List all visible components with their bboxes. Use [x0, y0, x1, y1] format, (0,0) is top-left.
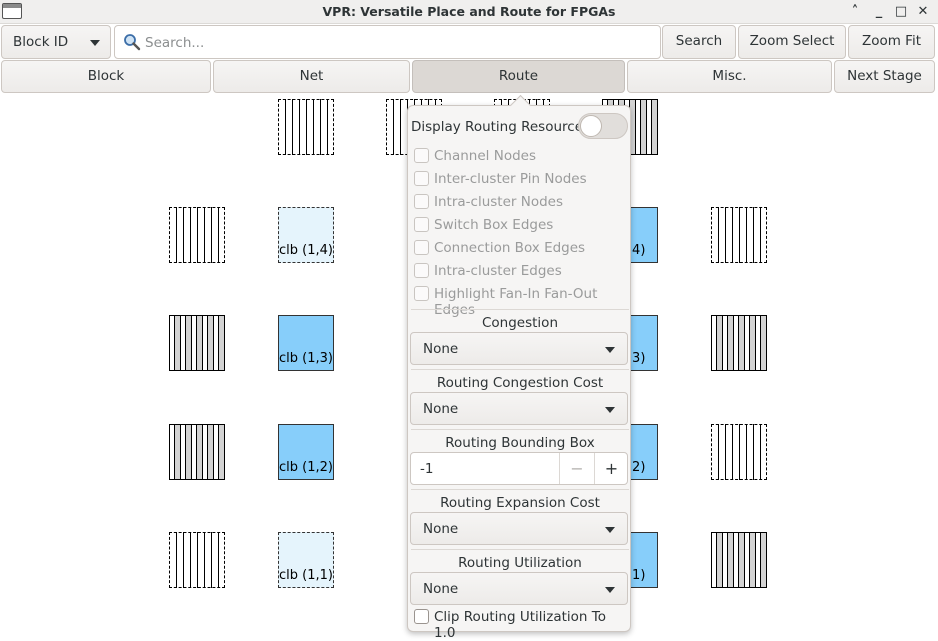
minimize-icon[interactable]: _: [870, 3, 888, 21]
decrement-button[interactable]: −: [559, 453, 594, 484]
search-input[interactable]: [145, 33, 645, 53]
connection-box-edges-label: Connection Box Edges: [434, 240, 586, 256]
intra-cluster-edges-checkbox[interactable]: [414, 263, 429, 278]
clb-block[interactable]: clb (1,4): [278, 207, 334, 263]
maximize-icon[interactable]: □: [892, 3, 910, 21]
chevron-down-icon: [605, 527, 615, 533]
chevron-down-icon: [605, 587, 615, 593]
routing-bounding-box-spinner[interactable]: -1 − +: [410, 452, 628, 485]
intra-cluster-nodes-label: Intra-cluster Nodes: [434, 194, 563, 210]
clip-routing-utilization-checkbox[interactable]: [414, 609, 429, 624]
search-type-label: Block ID: [13, 34, 69, 50]
chevron-down-icon: [605, 347, 615, 353]
clb-label: clb (1,1): [279, 568, 333, 583]
clb-label: clb (1,4): [279, 243, 333, 258]
io-tile: [169, 424, 225, 480]
routing-expansion-cost-value: None: [423, 521, 459, 537]
connection-box-edges-checkbox[interactable]: [414, 240, 429, 255]
routing-bounding-box-value[interactable]: -1: [420, 461, 433, 477]
routing-congestion-cost-title: Routing Congestion Cost: [436, 375, 604, 391]
highlight-fan-in-fan-out-checkbox[interactable]: [414, 286, 429, 301]
display-routing-resources-switch[interactable]: [578, 113, 628, 139]
search-field[interactable]: [114, 25, 661, 59]
display-routing-resources-row: Display Routing Resources: [408, 106, 632, 146]
tab-misc[interactable]: Misc.: [627, 60, 832, 93]
separator: [411, 429, 629, 430]
title-bar: VPR: Versatile Place and Route for FPGAs…: [0, 0, 938, 24]
clb-block[interactable]: clb (1,3): [278, 315, 334, 371]
tab-route[interactable]: Route: [412, 60, 625, 93]
routing-bounding-box-title: Routing Bounding Box: [445, 435, 595, 451]
next-stage-button[interactable]: Next Stage: [834, 60, 935, 93]
io-tile: [278, 99, 334, 155]
close-icon[interactable]: ✕: [914, 3, 932, 21]
chevron-down-icon: [90, 40, 100, 46]
search-type-dropdown[interactable]: Block ID: [1, 25, 111, 59]
clb-block[interactable]: clb (1,1): [278, 532, 334, 588]
clb-label: clb (1,2): [279, 460, 333, 475]
separator: [411, 549, 629, 550]
routing-congestion-cost-value: None: [423, 401, 459, 417]
separator: [411, 369, 629, 370]
chevron-up-icon[interactable]: ˄: [846, 3, 864, 21]
separator: [411, 489, 629, 490]
io-tile: [711, 532, 767, 588]
congestion-title: Congestion: [481, 315, 558, 331]
intra-cluster-nodes-checkbox[interactable]: [414, 194, 429, 209]
window-title: VPR: Versatile Place and Route for FPGAs: [322, 4, 616, 19]
search-button[interactable]: Search: [662, 25, 736, 59]
routing-utilization-title: Routing Utilization: [458, 555, 582, 571]
io-tile: [711, 315, 767, 371]
routing-congestion-cost-dropdown[interactable]: None: [410, 392, 628, 425]
switch-knob: [580, 115, 602, 137]
tab-block[interactable]: Block: [1, 60, 211, 93]
channel-nodes-label: Channel Nodes: [434, 148, 536, 164]
switch-box-edges-label: Switch Box Edges: [434, 217, 554, 233]
io-tile: [169, 315, 225, 371]
display-routing-resources-label: Display Routing Resources: [411, 119, 591, 135]
clip-routing-utilization-label: Clip Routing Utilization To 1.0: [434, 609, 606, 641]
highlight-fan-in-fan-out-label: Highlight Fan-In Fan-Out Edges: [434, 286, 598, 318]
chevron-down-icon: [605, 407, 615, 413]
io-tile: [169, 207, 225, 263]
route-options-popover: Display Routing Resources Channel Nodes …: [407, 105, 632, 641]
zoom-fit-button[interactable]: Zoom Fit: [848, 25, 935, 59]
routing-utilization-dropdown[interactable]: None: [410, 572, 628, 605]
search-icon: [124, 34, 141, 51]
routing-expansion-cost-dropdown[interactable]: None: [410, 512, 628, 545]
congestion-dropdown[interactable]: None: [410, 332, 628, 365]
increment-button[interactable]: +: [594, 453, 628, 484]
separator: [411, 309, 629, 310]
inter-cluster-pin-nodes-checkbox[interactable]: [414, 171, 429, 186]
zoom-select-button[interactable]: Zoom Select: [738, 25, 846, 59]
intra-cluster-edges-label: Intra-cluster Edges: [434, 263, 562, 279]
routing-utilization-value: None: [423, 581, 459, 597]
io-tile: [711, 207, 767, 263]
io-tile: [169, 532, 225, 588]
io-tile: [711, 424, 767, 480]
clb-label: clb (1,3): [279, 351, 333, 366]
clb-block[interactable]: clb (1,2): [278, 424, 334, 480]
congestion-value: None: [423, 341, 459, 357]
inter-cluster-pin-nodes-label: Inter-cluster Pin Nodes: [434, 171, 587, 187]
tab-net[interactable]: Net: [213, 60, 410, 93]
channel-nodes-checkbox[interactable]: [414, 148, 429, 163]
routing-expansion-cost-title: Routing Expansion Cost: [440, 495, 600, 511]
switch-box-edges-checkbox[interactable]: [414, 217, 429, 232]
